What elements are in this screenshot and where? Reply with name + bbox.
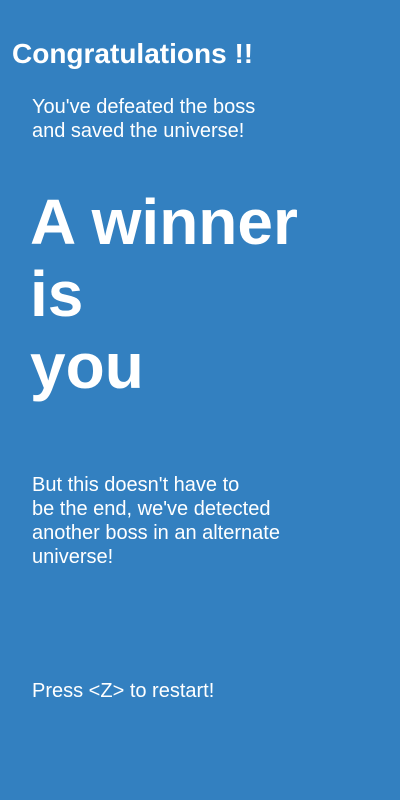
outro-line: another boss in an alternate <box>32 522 280 544</box>
outro-line: be the end, we've detected <box>32 498 271 520</box>
winner-line: A winner <box>30 186 298 258</box>
intro-message: You've defeated the boss and saved the u… <box>32 95 255 143</box>
intro-line: and saved the universe! <box>32 120 245 142</box>
outro-line: But this doesn't have to <box>32 474 240 496</box>
winner-heading: A winner is you <box>30 186 298 402</box>
intro-line: You've defeated the boss <box>32 96 256 118</box>
congratulations-title: Congratulations !! <box>12 38 254 69</box>
restart-prompt: Press <Z> to restart! <box>32 680 215 702</box>
winner-line: you <box>30 330 144 402</box>
alternate-universe-message: But this doesn't have to be the end, we'… <box>32 473 280 569</box>
outro-line: universe! <box>32 546 114 568</box>
winner-line: is <box>30 258 84 330</box>
victory-screen: Congratulations !! You've defeated the b… <box>0 0 400 800</box>
